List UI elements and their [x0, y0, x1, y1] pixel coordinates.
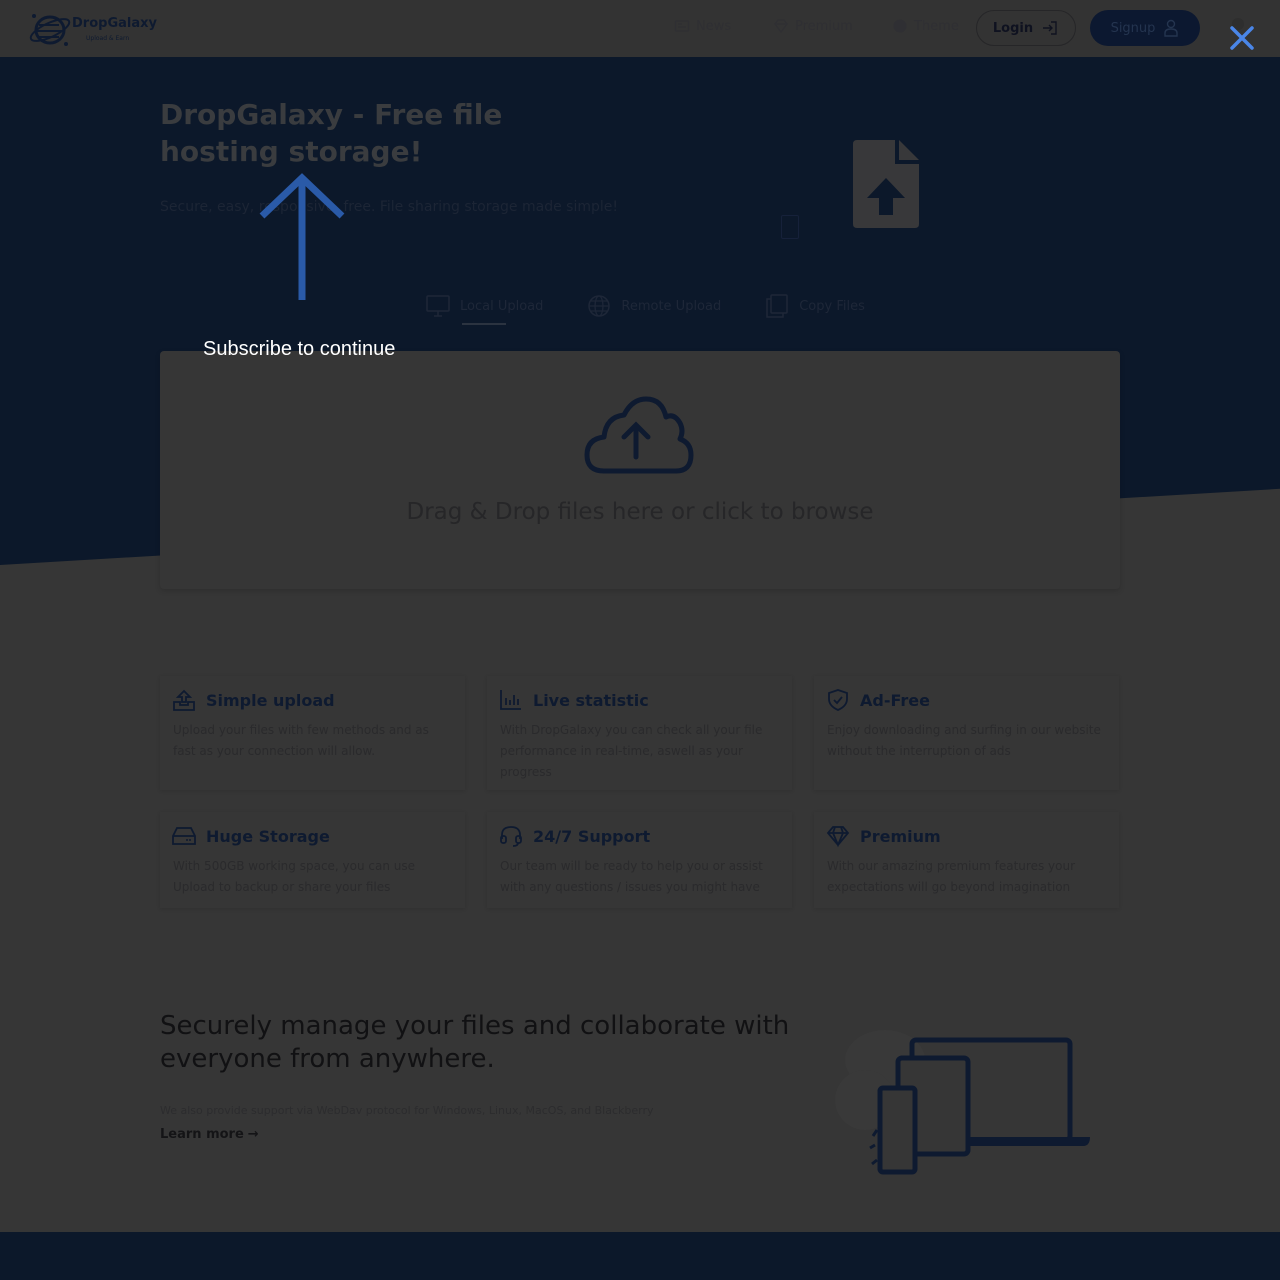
nav-premium-label: Premium: [795, 18, 853, 34]
feature-card: Huge Storage With 500GB working space, y…: [160, 812, 465, 908]
feature-card: Premium With our amazing premium feature…: [814, 812, 1119, 908]
tab-remote-upload-label: Remote Upload: [621, 298, 722, 314]
hard-drive-icon: [172, 827, 196, 845]
nav-news-label: News: [696, 18, 732, 34]
nav-news[interactable]: News: [674, 18, 731, 34]
login-label: Login: [992, 20, 1034, 36]
feature-card: Ad-Free Enjoy downloading and surfing in…: [814, 676, 1119, 790]
feature-title: 24/7 Support: [533, 826, 651, 846]
manage-section: Securely manage your files and collabora…: [160, 1010, 800, 1142]
diamond-icon: [774, 19, 788, 34]
manage-title: Securely manage your files and collabora…: [160, 1011, 790, 1074]
tab-local-upload-label: Local Upload: [460, 298, 544, 314]
upload-tabs: Local Upload Remote Upload Copy Files: [426, 294, 865, 325]
nav-theme[interactable]: Theme: [892, 18, 959, 34]
feature-title: Premium: [860, 826, 941, 846]
monitor-icon: [426, 295, 450, 317]
feature-title: Huge Storage: [206, 826, 330, 846]
feature-title: Ad-Free: [860, 690, 930, 710]
signup-label: Signup: [1110, 20, 1156, 36]
headset-icon: [500, 826, 522, 847]
hero-subtitle: Secure, easy, responsive, free. File sha…: [160, 199, 618, 215]
login-icon: [1043, 21, 1057, 35]
arrow-right-icon: →: [247, 1127, 259, 1142]
devices-illustration: [835, 1030, 1090, 1175]
copy-icon: [766, 294, 788, 318]
feature-desc: Enjoy downloading and surfing in our web…: [827, 723, 1101, 758]
nav-premium[interactable]: Premium: [773, 18, 853, 34]
document-icon: [781, 215, 799, 239]
user-icon: [1164, 19, 1179, 37]
signup-button[interactable]: Signup: [1090, 10, 1200, 46]
tab-copy-files-label: Copy Files: [799, 298, 865, 314]
bar-chart-icon: [500, 690, 521, 710]
footer: [0, 1232, 1280, 1280]
navbar: DropGalaxy Upload & Earn News Premium Th…: [0, 0, 1280, 57]
learn-more-label: Learn more: [160, 1127, 244, 1142]
tab-local-upload[interactable]: Local Upload: [426, 294, 544, 325]
arrow-up-icon: [259, 173, 345, 300]
feature-title: Live statistic: [533, 690, 649, 710]
feature-desc: Our team will be ready to help you or as…: [500, 859, 763, 894]
learn-more-link[interactable]: Learn more →: [160, 1127, 259, 1142]
feature-desc: Upload your files with few methods and a…: [173, 723, 429, 758]
tab-remote-upload[interactable]: Remote Upload: [587, 294, 721, 318]
logo-name: DropGalaxy: [72, 16, 157, 31]
nav-theme-label: Theme: [914, 18, 959, 34]
cloud-upload-icon: [584, 396, 694, 474]
feature-card: 24/7 Support Our team will be ready to h…: [487, 812, 792, 908]
dropzone-text: Drag & Drop files here or click to brows…: [406, 499, 874, 525]
globe-icon: [588, 295, 611, 317]
hero-title: DropGalaxy - Free file hosting storage!: [160, 98, 503, 168]
newspaper-icon: [674, 20, 690, 32]
diamond-icon: [826, 826, 850, 848]
feature-card: Live statistic With DropGalaxy you can c…: [487, 676, 792, 790]
planet-logo-icon: [29, 14, 71, 46]
close-icon[interactable]: [1228, 24, 1256, 52]
subscribe-message: Subscribe to continue: [203, 338, 396, 360]
tab-copy-files[interactable]: Copy Files: [765, 294, 865, 318]
upload-tray-icon: [173, 689, 195, 711]
palette-icon: [893, 19, 907, 33]
feature-desc: With 500GB working space, you can use Up…: [173, 859, 416, 894]
page-background: DropGalaxy Upload & Earn News Premium Th…: [0, 0, 1280, 1280]
feature-card: Simple upload Upload your files with few…: [160, 676, 465, 790]
file-upload-icon: [853, 140, 919, 228]
logo[interactable]: DropGalaxy Upload & Earn: [28, 6, 168, 50]
feature-title: Simple upload: [206, 690, 335, 710]
shield-check-icon: [828, 689, 848, 711]
dropzone[interactable]: Drag & Drop files here or click to brows…: [160, 351, 1120, 589]
logo-tagline: Upload & Earn: [86, 35, 130, 42]
feature-desc: With DropGalaxy you can check all your f…: [500, 723, 763, 779]
manage-subtitle: We also provide support via WebDav proto…: [160, 1104, 654, 1117]
login-button[interactable]: Login: [976, 10, 1076, 46]
feature-desc: With our amazing premium features your e…: [827, 859, 1075, 894]
